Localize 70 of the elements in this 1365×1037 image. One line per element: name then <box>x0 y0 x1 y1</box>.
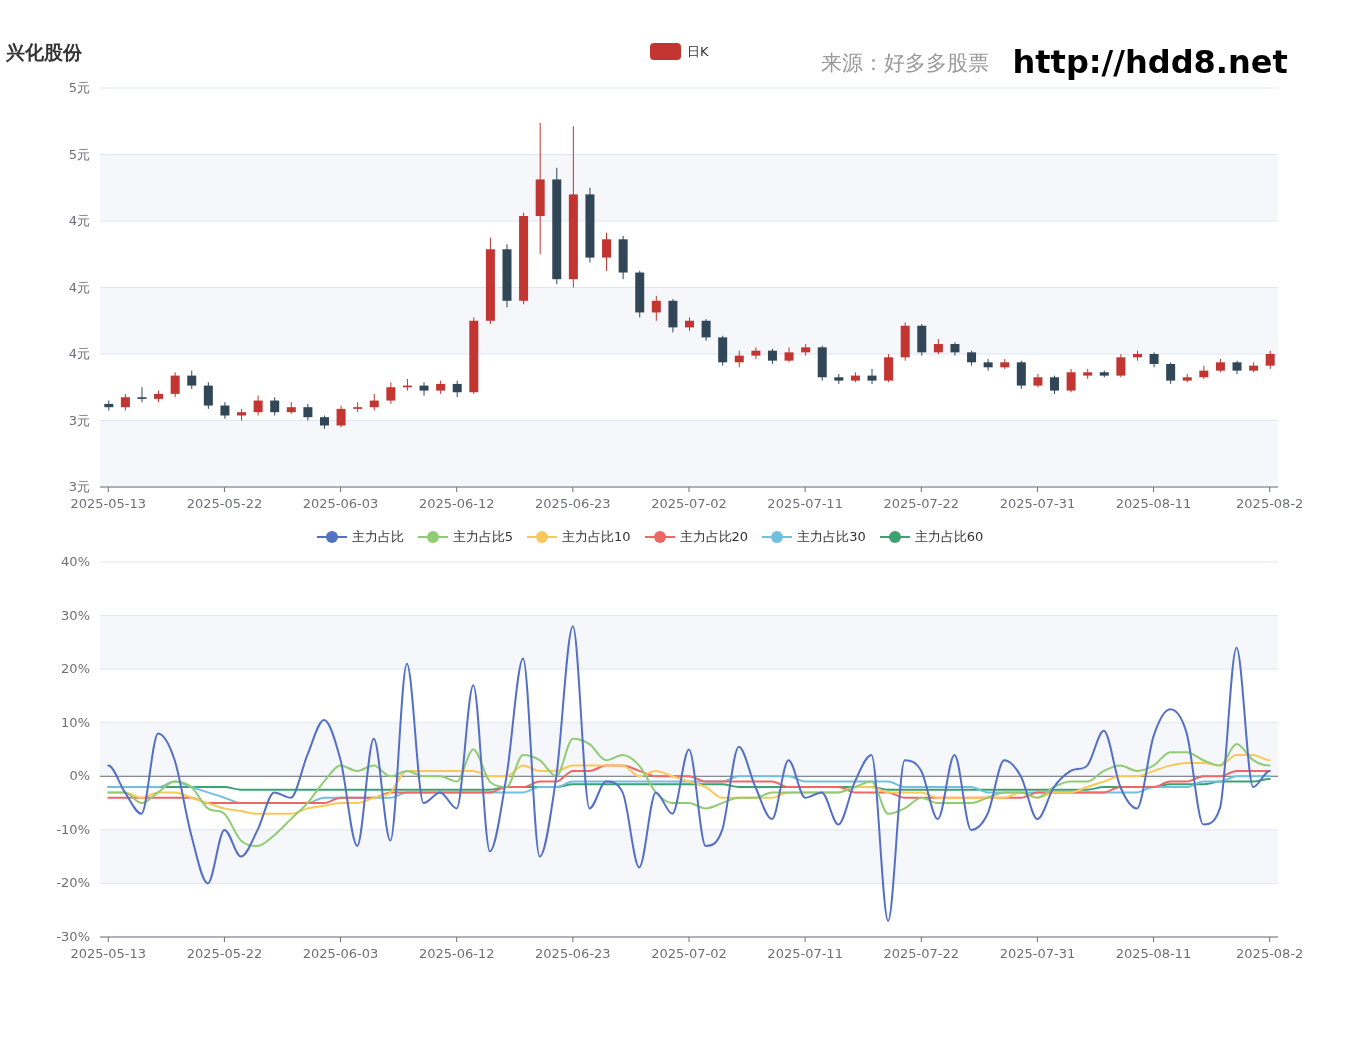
candlestick <box>602 232 612 272</box>
chart-title: 兴化股份 <box>6 40 82 65</box>
x-axis-label: 2025-06-23 <box>535 946 611 961</box>
candlestick <box>1016 360 1026 390</box>
legend-label[interactable]: 主力占比10 <box>562 527 631 547</box>
x-axis-label: 2025-06-03 <box>302 946 379 961</box>
y-axis-label: -10% <box>56 821 90 837</box>
candlestick <box>187 370 197 390</box>
candlestick <box>270 396 280 417</box>
y-axis-label: -30% <box>56 929 90 944</box>
candlestick <box>137 386 147 403</box>
x-axis-label: 2025-07-11 <box>767 496 843 511</box>
x-axis-label: 2025-07-02 <box>651 496 727 511</box>
y-axis-label: 4元 <box>68 213 90 228</box>
x-axis-label: 2025-08-2 <box>1236 496 1304 511</box>
x-axis-label: 2025-08-11 <box>1115 946 1192 961</box>
y-axis-label: 5元 <box>68 80 90 95</box>
candlestick <box>419 381 429 397</box>
candlestick <box>751 346 761 360</box>
candlestick <box>203 381 213 410</box>
candlestick <box>1166 361 1176 385</box>
candlestick <box>1265 350 1275 370</box>
legend-label[interactable]: 日K <box>687 42 709 62</box>
x-axis-label: 2025-07-31 <box>999 496 1076 511</box>
x-axis-label: 2025-07-11 <box>767 946 843 961</box>
legend-label[interactable]: 主力占比30 <box>797 527 866 547</box>
y-axis-label: -20% <box>56 875 90 891</box>
y-axis-label: 30% <box>61 607 90 623</box>
x-axis-label: 2025-06-03 <box>302 496 379 511</box>
x-axis-label: 2025-06-12 <box>418 946 495 961</box>
candlestick <box>983 358 993 372</box>
x-axis-label: 2025-06-23 <box>535 496 611 511</box>
candlestick <box>386 381 396 405</box>
legend-label[interactable]: 主力占比 <box>351 527 404 547</box>
x-axis-label: 2025-05-13 <box>70 946 147 961</box>
candlestick <box>170 371 180 398</box>
x-axis-label: 2025-08-2 <box>1236 946 1304 961</box>
candlestick <box>950 341 960 357</box>
y-axis-label: 40% <box>61 554 90 569</box>
candlestick <box>867 368 877 385</box>
x-axis-label: 2025-05-13 <box>70 496 147 511</box>
x-axis-label: 2025-05-22 <box>186 946 263 961</box>
source-label: 来源：好多多股票 <box>820 50 989 77</box>
y-axis-label: 10% <box>61 714 90 730</box>
x-axis-label: 2025-05-22 <box>186 496 263 511</box>
x-axis-label: 2025-07-22 <box>883 496 960 511</box>
candlestick <box>1050 375 1060 395</box>
y-axis-label: 3元 <box>68 479 90 494</box>
source-url: http://hdd8.net <box>1012 42 1288 83</box>
x-axis-label: 2025-07-22 <box>883 946 960 961</box>
legend-label[interactable]: 主力占比20 <box>679 527 749 547</box>
x-axis-label: 2025-07-02 <box>651 946 727 961</box>
candlestick <box>701 318 711 342</box>
x-axis-label: 2025-06-12 <box>418 496 495 511</box>
y-axis-label: 3元 <box>68 412 90 428</box>
y-axis-label: 4元 <box>68 279 90 295</box>
y-axis-label: 4元 <box>68 346 90 361</box>
candlestick <box>336 405 346 428</box>
candlestick <box>651 295 661 322</box>
candlestick <box>1066 368 1076 393</box>
y-axis-label: 0% <box>69 768 90 784</box>
y-axis-label: 20% <box>61 661 90 677</box>
candlestick <box>253 395 263 417</box>
legend-label[interactable]: 主力占比60 <box>914 527 984 547</box>
x-axis-label: 2025-08-11 <box>1115 496 1192 511</box>
x-axis-label: 2025-07-31 <box>999 946 1076 961</box>
legend-label[interactable]: 主力占比5 <box>452 527 514 547</box>
y-axis-label: 5元 <box>68 146 90 162</box>
candlestick <box>884 353 894 383</box>
candlestick <box>1116 353 1126 378</box>
